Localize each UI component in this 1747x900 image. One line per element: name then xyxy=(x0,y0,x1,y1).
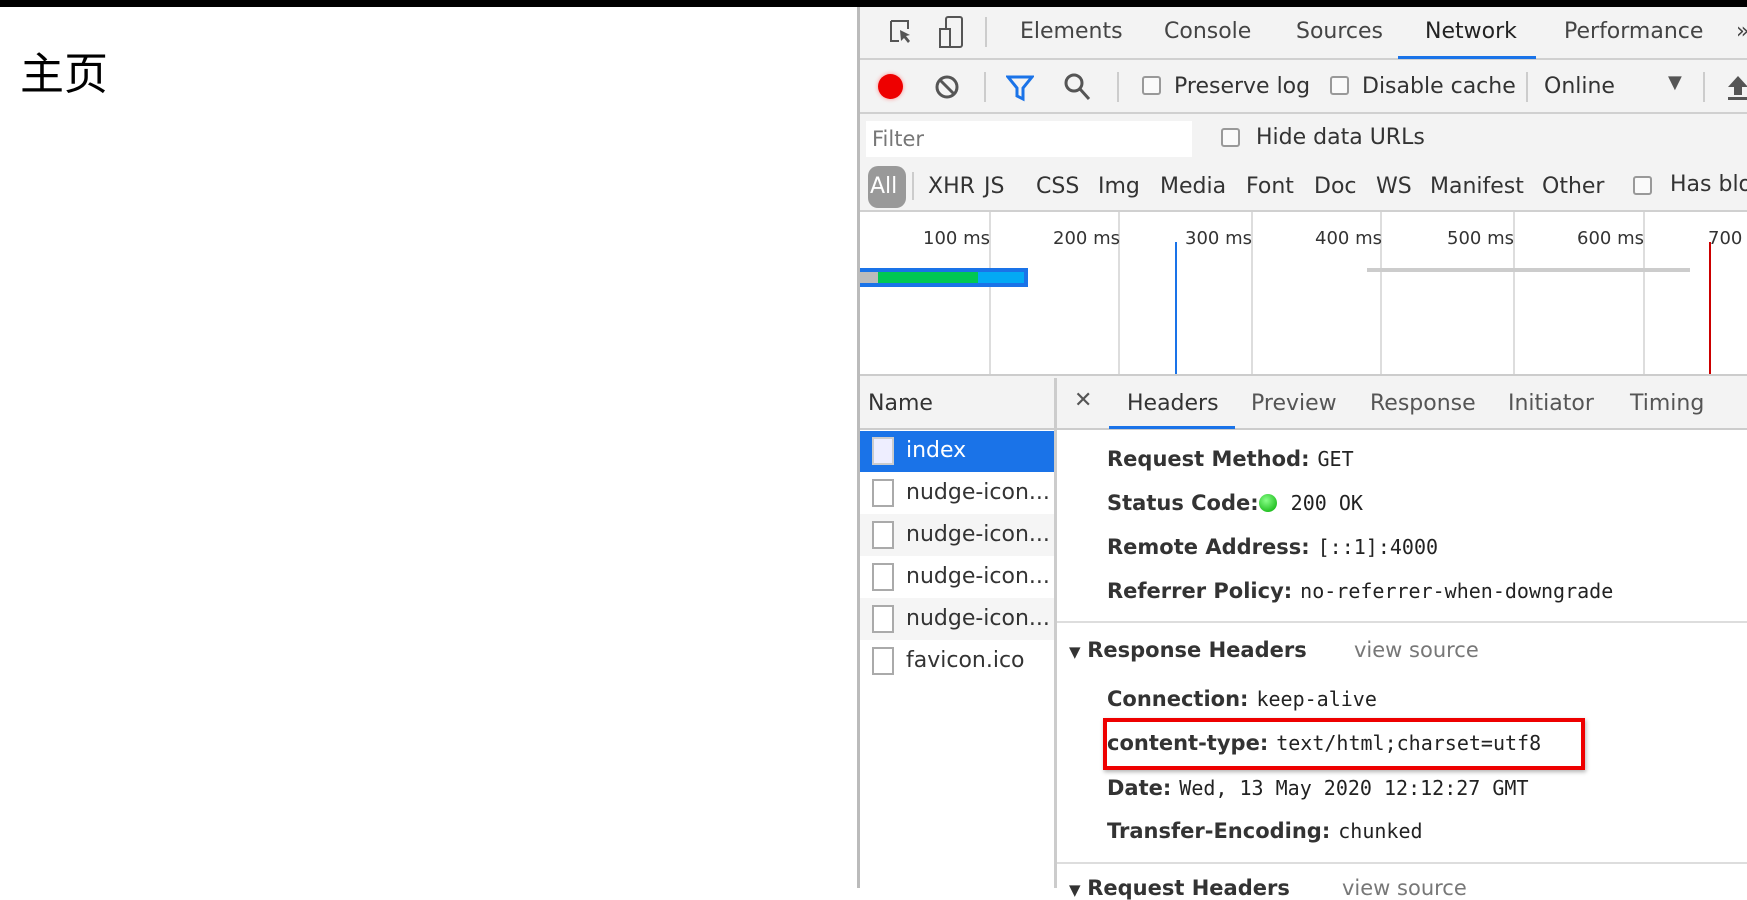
general-row: Remote Address: [::1]:4000 xyxy=(1107,535,1439,559)
type-manifest[interactable]: Manifest xyxy=(1430,174,1524,199)
detail-tab-bar: ✕ Headers Preview Response Initiator Tim… xyxy=(1057,378,1747,430)
request-row[interactable]: favicon.ico xyxy=(860,640,1054,682)
separator xyxy=(985,17,987,47)
resource-type-filter: All XHR JS CSS Img Media Font Doc WS Man… xyxy=(860,162,1747,212)
timeline-overview[interactable]: 100 ms 200 ms 300 ms 400 ms 500 ms 600 m… xyxy=(860,212,1747,376)
tab-initiator[interactable]: Initiator xyxy=(1508,391,1594,416)
separator xyxy=(1703,72,1705,102)
triangle-down-icon: ▼ xyxy=(1069,643,1081,661)
type-ws[interactable]: WS xyxy=(1376,174,1412,199)
divider xyxy=(1057,621,1747,623)
network-toolbar: Preserve log Disable cache Online ▼ xyxy=(860,60,1747,114)
disable-cache-label: Disable cache xyxy=(1362,74,1516,99)
request-list: Name index nudge-icon... nudge-icon... n… xyxy=(860,378,1057,888)
separator xyxy=(1117,72,1119,102)
request-headers-section[interactable]: ▼ Request Headers xyxy=(1069,876,1290,900)
close-icon[interactable]: ✕ xyxy=(1074,388,1092,413)
view-source-link[interactable]: view source xyxy=(1342,876,1467,900)
header-row: Transfer-Encoding: chunked xyxy=(1107,819,1423,843)
request-row[interactable]: nudge-icon... xyxy=(860,472,1054,514)
dom-content-loaded-line xyxy=(1175,242,1177,374)
general-row: Referrer Policy: no-referrer-when-downgra… xyxy=(1107,579,1614,603)
tick-label: 600 ms xyxy=(1577,228,1644,249)
type-doc[interactable]: Doc xyxy=(1314,174,1357,199)
type-css[interactable]: CSS xyxy=(1036,174,1079,199)
active-tab-indicator xyxy=(1398,56,1536,59)
tab-headers[interactable]: Headers xyxy=(1127,391,1219,416)
window-top-bar xyxy=(0,0,1747,7)
highlight-box xyxy=(1103,718,1585,770)
triangle-down-icon: ▼ xyxy=(1069,881,1081,899)
active-tab-indicator xyxy=(1109,426,1235,429)
type-other[interactable]: Other xyxy=(1542,174,1604,199)
disable-cache-checkbox[interactable] xyxy=(1330,76,1349,95)
has-blocked-label: Has blo xyxy=(1670,172,1747,197)
separator xyxy=(912,172,914,200)
tick-label: 500 ms xyxy=(1447,228,1514,249)
request-row-index[interactable]: index xyxy=(860,431,1054,472)
hide-data-urls-label: Hide data URLs xyxy=(1256,125,1425,150)
tick-label: 100 ms xyxy=(923,228,990,249)
import-har-icon[interactable] xyxy=(1726,74,1747,100)
device-toolbar-icon[interactable] xyxy=(938,15,966,49)
record-icon[interactable] xyxy=(878,74,903,99)
tick-label: 700 xyxy=(1708,228,1743,249)
name-column-header[interactable]: Name xyxy=(860,378,1054,430)
throttling-select[interactable]: Online xyxy=(1544,74,1615,99)
preserve-log-checkbox[interactable] xyxy=(1142,76,1161,95)
request-row[interactable]: nudge-icon... xyxy=(860,556,1054,598)
tab-sources[interactable]: Sources xyxy=(1296,19,1383,44)
header-row: Connection: keep-alive xyxy=(1107,687,1377,711)
more-tabs-icon[interactable]: » xyxy=(1736,19,1747,44)
request-details: ✕ Headers Preview Response Initiator Tim… xyxy=(1057,378,1747,900)
general-row: Request Method: GET xyxy=(1107,447,1354,471)
status-ok-icon xyxy=(1259,494,1277,512)
request-row[interactable]: nudge-icon... xyxy=(860,514,1054,556)
tab-network[interactable]: Network xyxy=(1425,19,1517,44)
devtools-panel: Elements Console Sources Network Perform… xyxy=(857,7,1747,900)
has-blocked-checkbox[interactable] xyxy=(1633,176,1652,195)
inspect-element-icon[interactable] xyxy=(888,18,914,46)
header-row: Date: Wed, 13 May 2020 12:12:27 GMT xyxy=(1107,776,1529,800)
tab-response[interactable]: Response xyxy=(1370,391,1476,416)
separator xyxy=(1526,72,1528,102)
general-row: Status Code: 200 OK xyxy=(1107,491,1363,515)
load-line xyxy=(1709,242,1711,374)
chevron-down-icon[interactable]: ▼ xyxy=(1668,72,1682,93)
tab-elements[interactable]: Elements xyxy=(1020,19,1123,44)
tab-performance[interactable]: Performance xyxy=(1564,19,1703,44)
filter-input[interactable]: Filter xyxy=(866,121,1192,157)
divider xyxy=(1057,862,1747,864)
type-font[interactable]: Font xyxy=(1246,174,1294,199)
hide-data-urls-checkbox[interactable] xyxy=(1221,128,1240,147)
response-headers-section[interactable]: ▼ Response Headers xyxy=(1069,638,1307,662)
clear-icon[interactable] xyxy=(934,74,960,100)
tab-preview[interactable]: Preview xyxy=(1251,391,1337,416)
tab-timing[interactable]: Timing xyxy=(1630,391,1704,416)
search-icon[interactable] xyxy=(1063,72,1091,102)
devtools-tab-bar: Elements Console Sources Network Perform… xyxy=(860,7,1747,60)
type-img[interactable]: Img xyxy=(1098,174,1140,199)
tick-label: 400 ms xyxy=(1315,228,1382,249)
view-source-link[interactable]: view source xyxy=(1354,638,1479,662)
filter-icon[interactable] xyxy=(1006,74,1034,102)
preserve-log-label: Preserve log xyxy=(1174,74,1311,99)
tab-console[interactable]: Console xyxy=(1164,19,1251,44)
type-media[interactable]: Media xyxy=(1160,174,1226,199)
type-xhr[interactable]: XHR xyxy=(928,174,975,199)
type-js[interactable]: JS xyxy=(984,174,1004,199)
tick-label: 200 ms xyxy=(1053,228,1120,249)
request-row[interactable]: nudge-icon... xyxy=(860,598,1054,640)
tick-label: 300 ms xyxy=(1185,228,1252,249)
separator xyxy=(984,72,986,102)
type-all[interactable]: All xyxy=(868,166,906,208)
request-bar-pending xyxy=(1367,268,1690,272)
page-title: 主页 xyxy=(20,49,108,100)
request-bar-index xyxy=(860,268,1028,287)
